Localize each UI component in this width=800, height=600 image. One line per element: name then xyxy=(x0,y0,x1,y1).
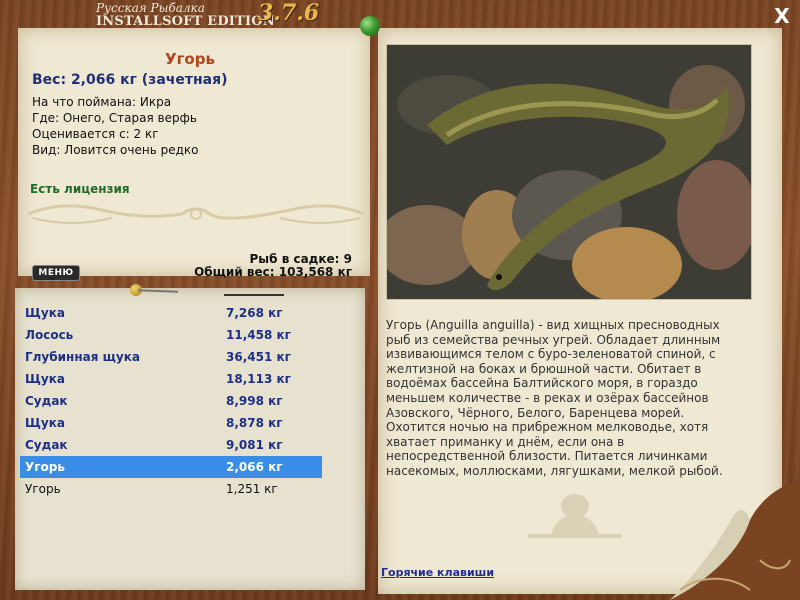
fish-list-name: Глубинная щука xyxy=(25,350,140,364)
fish-list-name: Щука xyxy=(25,306,65,320)
cage-fish-count: Рыб в садке: 9 xyxy=(249,252,353,266)
fish-list-weight: 18,113 кг xyxy=(226,372,291,386)
green-pin-icon xyxy=(360,16,380,36)
fish-list-weight: 8,878 кг xyxy=(226,416,283,430)
fish-list-row[interactable]: Глубинная щука 36,451 кг xyxy=(20,346,322,368)
fish-list-row[interactable]: Лосось 11,458 кг xyxy=(20,324,322,346)
fish-list-row-selected[interactable]: Угорь 2,066 кг xyxy=(20,456,322,478)
logo-version: 3.7.6 xyxy=(258,0,320,26)
logo-title: Русская Рыбалка xyxy=(96,1,205,15)
fish-list-weight: 8,998 кг xyxy=(226,394,283,408)
fish-list-weight: 9,081 кг xyxy=(226,438,283,452)
bait-info: На что поймана: Икра xyxy=(32,95,172,109)
eel-photo xyxy=(386,44,752,300)
fish-list-weight: 2,066 кг xyxy=(226,460,283,474)
fish-list-row[interactable]: Щука 8,878 кг xyxy=(20,412,322,434)
fish-list-name: Щука xyxy=(25,372,65,386)
page-curl-icon xyxy=(670,480,800,600)
hotkeys-link[interactable]: Горячие клавиши xyxy=(381,566,494,579)
fish-list-name: Угорь xyxy=(25,460,65,474)
fish-description: Угорь (Anguilla anguilla) - вид хищных п… xyxy=(386,318,723,478)
location-info: Где: Онего, Старая верфь xyxy=(32,111,197,125)
fish-list-weight: 36,451 кг xyxy=(226,350,291,364)
fish-list-row[interactable]: Щука 18,113 кг xyxy=(20,368,322,390)
fish-list-name: Угорь xyxy=(25,482,61,496)
fisherman-silhouette-icon xyxy=(528,494,622,538)
caught-fish-name: Угорь xyxy=(165,50,215,68)
app-logo: Русская Рыбалка INSTALLSOFT EDITION 3.7.… xyxy=(96,1,319,29)
rarity-info: Вид: Ловится очень редко xyxy=(32,143,199,157)
cage-total-weight: Общий вес: 103,568 кг xyxy=(194,265,352,279)
license-status: Есть лицензия xyxy=(30,182,130,196)
logo-edition: INSTALLSOFT EDITION xyxy=(96,14,275,29)
fish-list-weight: 7,268 кг xyxy=(226,306,283,320)
fish-list-row[interactable]: Угорь 1,251 кг xyxy=(20,478,322,500)
fish-list-weight: 1,251 кг xyxy=(226,482,278,496)
rated-from-info: Оценивается с: 2 кг xyxy=(32,127,159,141)
fish-list-row[interactable]: Судак 8,998 кг xyxy=(20,390,322,412)
fish-list-name: Лосось xyxy=(25,328,74,342)
fish-list-weight: 11,458 кг xyxy=(226,328,291,342)
decorative-scroll-icon xyxy=(27,204,365,224)
close-button[interactable]: X xyxy=(770,4,794,28)
fish-list-name: Судак xyxy=(25,394,68,408)
needle-icon xyxy=(224,294,284,296)
fish-list-row[interactable]: Судак 9,081 кг xyxy=(20,434,322,456)
fish-list-name: Щука xyxy=(25,416,65,430)
fish-list-row[interactable]: Щука 7,268 кг xyxy=(20,302,322,324)
fish-list-name: Судак xyxy=(25,438,68,452)
caught-fish-weight: Вес: 2,066 кг (зачетная) xyxy=(32,72,228,88)
menu-button[interactable]: МЕНЮ xyxy=(32,265,80,281)
